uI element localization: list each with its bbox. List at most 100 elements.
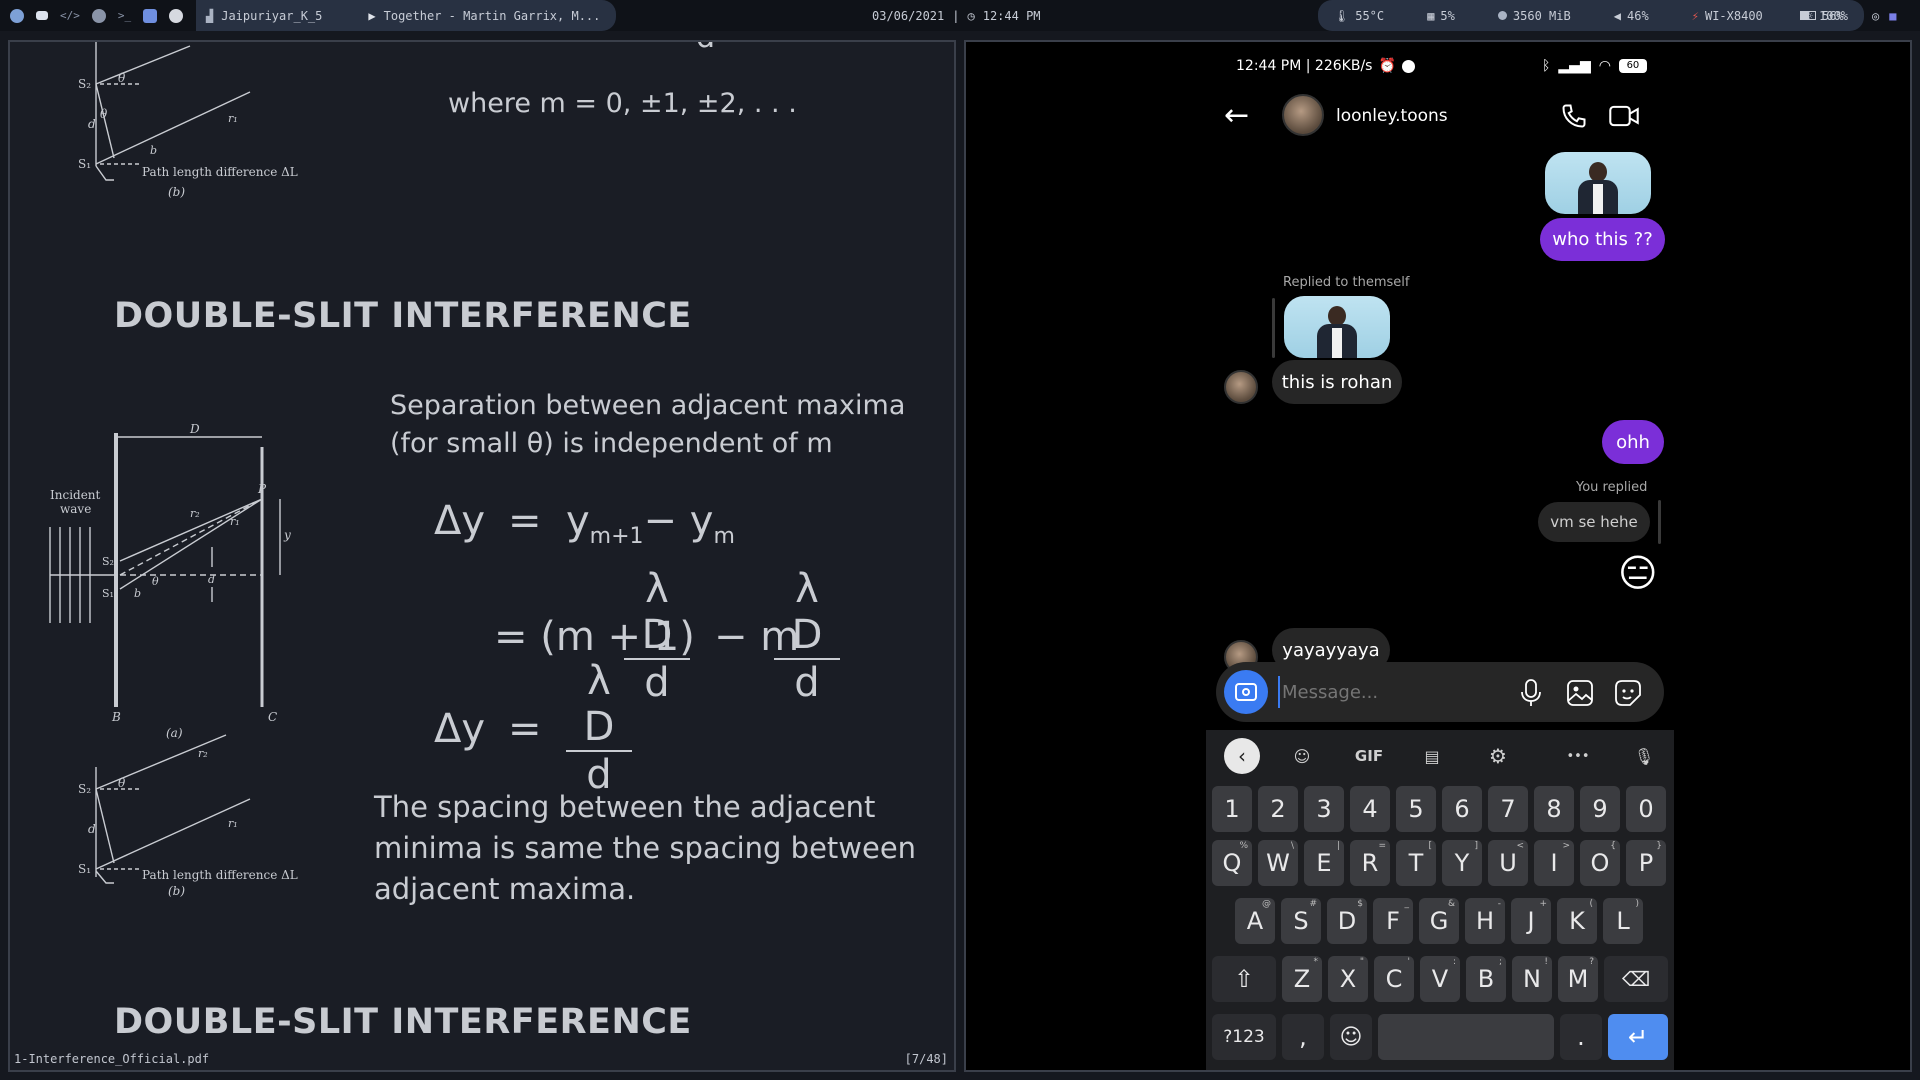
whatsapp-tray-icon[interactable]: ◎ — [1872, 9, 1879, 23]
kb-key-4[interactable]: 4 — [1350, 786, 1390, 832]
kb-key-b[interactable]: B; — [1466, 956, 1506, 1002]
sticker-icon[interactable] — [1614, 679, 1642, 707]
video-call-icon[interactable] — [1608, 102, 1640, 130]
path-diagram-top: S₂ S₁ θ θ d b r₁ Path length difference … — [78, 42, 298, 199]
kb-voice-icon[interactable]: 🎙 — [1624, 738, 1664, 774]
kb-shift-key[interactable]: ⇧ — [1212, 956, 1276, 1002]
kb-space-key[interactable] — [1378, 1014, 1554, 1060]
pdf-page-indicator: [7/48] — [904, 1052, 948, 1066]
kb-key-0[interactable]: 0 — [1626, 786, 1666, 832]
kb-key-e[interactable]: E | — [1304, 840, 1344, 886]
wifi-status[interactable]: ⚡ WI-X8400 — [1692, 9, 1763, 23]
kb-key-u[interactable]: U < — [1488, 840, 1528, 886]
workspace-title[interactable]: Jaipuriyar_K_5 — [221, 9, 322, 23]
message-avatar-1[interactable] — [1224, 370, 1258, 404]
kb-key-h[interactable]: H- — [1465, 898, 1505, 944]
menu-icon[interactable] — [10, 8, 24, 23]
kb-gif-button[interactable]: GIF — [1344, 738, 1394, 774]
eq3-lhs: Δy — [434, 706, 486, 752]
kb-symbols-key[interactable]: ?123 — [1212, 1014, 1276, 1060]
kb-key-g[interactable]: G & — [1419, 898, 1459, 944]
kb-key-t[interactable]: T[ — [1396, 840, 1436, 886]
microphone-icon[interactable] — [1520, 678, 1542, 708]
whatsapp-icon[interactable] — [169, 8, 184, 23]
kb-key-6[interactable]: 6 — [1442, 786, 1482, 832]
spacing-line-3: adjacent maxima. — [374, 872, 636, 906]
cell-signal-icon: ▂▄▆ — [1558, 58, 1591, 74]
media-title[interactable]: Together - Martin Garrix, M... — [384, 9, 601, 23]
kb-key-p[interactable]: P} — [1626, 840, 1666, 886]
back-arrow-icon[interactable]: ← — [1224, 98, 1249, 133]
kb-emoji-key[interactable]: ☺ — [1330, 1014, 1372, 1060]
kb-key-2[interactable]: 2 — [1258, 786, 1298, 832]
fig-label-theta: θ — [118, 71, 126, 85]
kb-key-w[interactable]: W \ — [1258, 840, 1298, 886]
sent-photo[interactable] — [1545, 152, 1651, 214]
kb-key-q[interactable]: Q% — [1212, 840, 1252, 886]
fig-label-d-a: d — [208, 573, 215, 586]
phone-mirror-window[interactable]: 12:44 PM | 226KB/s ⏰ ᛒ ▂▄▆ ◠ 60 ← loonle… — [964, 40, 1912, 1072]
kb-key-1[interactable]: 1 — [1212, 786, 1252, 832]
kb-key-a[interactable]: A @ — [1235, 898, 1275, 944]
volume-status[interactable]: ◀ 46% — [1614, 9, 1649, 23]
kb-key-5[interactable]: 5 — [1396, 786, 1436, 832]
path-diagram-bottom: S₂ S₁ r₂ r₁ θ d Path length difference Δ… — [78, 734, 298, 897]
camera-icon[interactable] — [36, 11, 48, 20]
kb-clipboard-icon[interactable]: ▤ — [1412, 738, 1452, 774]
kb-key-d[interactable]: D $ — [1327, 898, 1367, 944]
kb-key-o[interactable]: O{ — [1580, 840, 1620, 886]
kb-key-m[interactable]: M? — [1558, 956, 1598, 1002]
message-input[interactable] — [1278, 676, 1478, 708]
kb-key-s[interactable]: S # — [1281, 898, 1321, 944]
reply-photo[interactable] — [1284, 296, 1390, 358]
kb-key-v[interactable]: V: — [1420, 956, 1460, 1002]
composer-camera-button[interactable] — [1224, 670, 1268, 714]
kb-key-r[interactable]: R = — [1350, 840, 1390, 886]
kb-key-8[interactable]: 8 — [1534, 786, 1574, 832]
kb-collapse-button[interactable]: ‹ — [1224, 738, 1260, 774]
fig-label-d: d — [88, 117, 96, 131]
phone-battery-icon: 60 — [1618, 59, 1647, 73]
kb-key-x[interactable]: X " — [1328, 956, 1368, 1002]
kb-period-key[interactable]: . — [1560, 1014, 1602, 1060]
contact-avatar[interactable] — [1282, 94, 1324, 136]
kb-enter-key[interactable]: ↵ — [1608, 1014, 1668, 1060]
phone-call-icon[interactable] — [1560, 102, 1588, 130]
kb-key-l[interactable]: L) — [1603, 898, 1643, 944]
kb-key-y[interactable]: Y] — [1442, 840, 1482, 886]
browser-icon[interactable] — [91, 8, 106, 23]
windows-icon[interactable] — [143, 8, 158, 23]
contact-username[interactable]: loonley.toons — [1336, 106, 1448, 126]
terminal-icon[interactable]: >_ — [118, 9, 131, 23]
kb-key-9[interactable]: 9 — [1580, 786, 1620, 832]
teams-tray-icon[interactable]: ■ — [1889, 9, 1896, 23]
launcher-icons: </> >_ — [4, 0, 189, 31]
kb-key-k[interactable]: K( — [1557, 898, 1597, 944]
kb-key-3[interactable]: 3 — [1304, 786, 1344, 832]
code-icon[interactable]: </> — [60, 9, 80, 23]
kb-key-j[interactable]: J + — [1511, 898, 1551, 944]
kb-settings-gear-icon[interactable]: ⚙ — [1478, 738, 1518, 774]
kb-backspace-key[interactable]: ⌫ — [1604, 956, 1668, 1002]
kb-key-f[interactable]: F _ — [1373, 898, 1413, 944]
kb-more-icon[interactable]: ••• — [1558, 738, 1598, 774]
kb-key-i[interactable]: I > — [1534, 840, 1574, 886]
play-icon[interactable]: ▶ — [368, 9, 375, 23]
gallery-icon[interactable] — [1566, 679, 1594, 707]
emoji-message[interactable]: 😑 — [1618, 550, 1658, 596]
heading-double-slit-2: DOUBLE-SLIT INTERFERENCE — [114, 1002, 692, 1042]
on-screen-keyboard[interactable]: ‹ ☺ GIF ▤ ⚙ ••• 🎙 1234567890 Q% W \ E | R = T[Y… — [1206, 730, 1674, 1070]
quoted-message[interactable]: vm se hehe — [1538, 502, 1650, 542]
kb-key-7[interactable]: 7 — [1488, 786, 1528, 832]
message-this-is-rohan[interactable]: this is rohan — [1272, 360, 1402, 404]
kb-key-n[interactable]: N! — [1512, 956, 1552, 1002]
signal-bars-icon: ▟ — [206, 8, 214, 23]
you-replied-label: You replied — [1576, 480, 1648, 495]
kb-key-z[interactable]: Z * — [1282, 956, 1322, 1002]
kb-comma-key[interactable]: , — [1282, 1014, 1324, 1060]
kb-emoji-sticker-icon[interactable]: ☺ — [1282, 738, 1322, 774]
kb-key-c[interactable]: C ' — [1374, 956, 1414, 1002]
pdf-viewer[interactable]: S₂ S₁ θ θ d b r₁ Path length difference … — [8, 40, 956, 1072]
message-ohh[interactable]: ohh — [1602, 420, 1664, 464]
message-who-this[interactable]: who this ?? — [1540, 218, 1665, 261]
